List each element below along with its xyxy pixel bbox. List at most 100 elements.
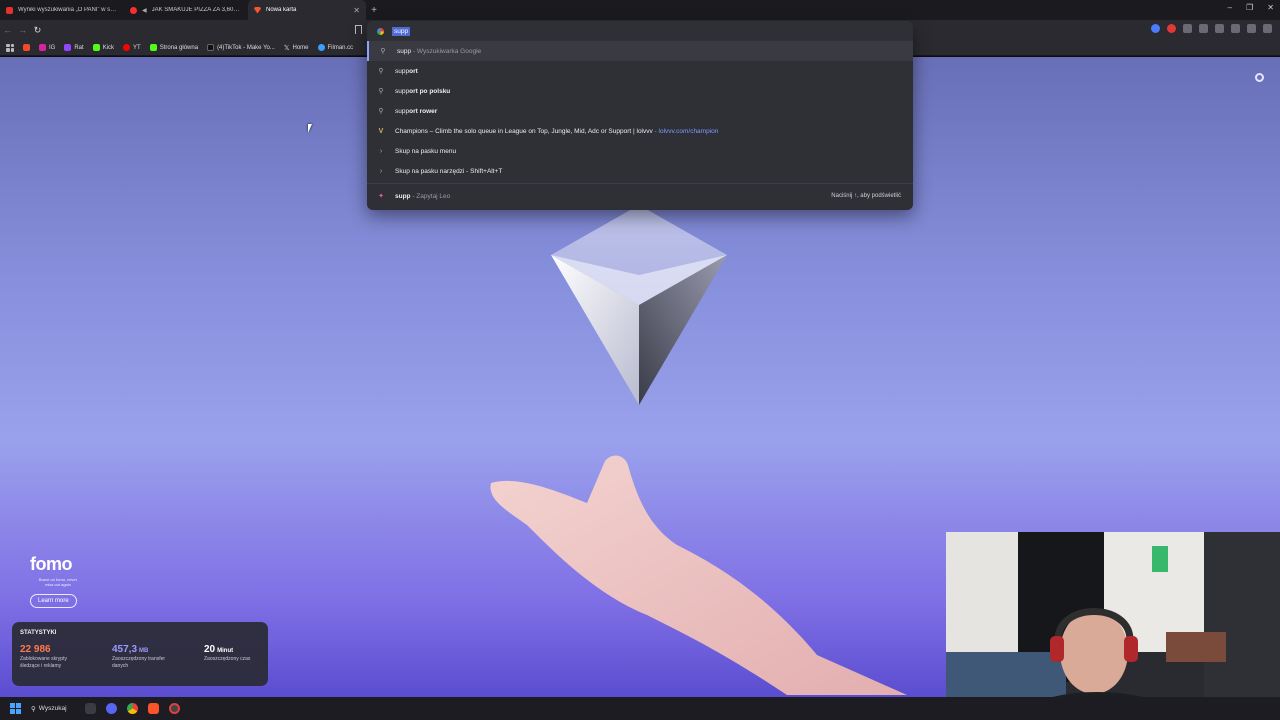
tab-new-tab[interactable]: Nowa karta ✕: [248, 0, 366, 20]
stat-desc: Zaoszczędzony transfer danych: [112, 656, 166, 669]
suggestion-support-rower[interactable]: ⚲ support rower: [367, 101, 913, 121]
minimize-icon[interactable]: –: [1228, 3, 1232, 12]
mouse-cursor: [308, 124, 312, 133]
stat-desc: Zablokowane skrypty śledzące i reklamy: [20, 656, 67, 669]
bookmark-label: Home: [292, 44, 309, 51]
address-input[interactable]: supp: [392, 26, 411, 36]
fomo-subtitle: Brave on fomo, never miss out again: [38, 577, 78, 587]
forward-icon[interactable]: →: [15, 25, 30, 35]
vpn-icon[interactable]: [1183, 24, 1192, 33]
bookmark-label: Filman.cc: [327, 44, 354, 51]
obs-icon[interactable]: [169, 703, 180, 714]
twitch-icon: [64, 44, 72, 51]
chevron-right-icon: ›: [379, 147, 383, 155]
sidebar-icon[interactable]: [1215, 24, 1224, 33]
bookmark-ig[interactable]: IG: [39, 44, 55, 51]
bookmark-strona-glowna[interactable]: Strona główna: [149, 44, 199, 51]
suggestion-text: Skup na pasku narzędzi - Shift+Alt+T: [395, 167, 503, 175]
brave-icon[interactable]: [148, 703, 159, 714]
bookmark-filman[interactable]: Filman.cc: [317, 44, 354, 51]
toolbar-extensions: [1151, 24, 1272, 33]
divider: [367, 183, 913, 184]
address-bar[interactable]: supp: [367, 21, 913, 41]
restore-icon[interactable]: ❐: [1246, 3, 1253, 12]
close-window-icon[interactable]: ✕: [1267, 3, 1274, 12]
taskbar-search[interactable]: ⚲ Wyszukaj: [31, 705, 75, 713]
suggestion-note: - Wyszukiwarka Google: [411, 47, 482, 55]
instagram-icon: [39, 44, 46, 51]
music-icon[interactable]: [1231, 24, 1240, 33]
stat-value: 22 986: [20, 644, 51, 655]
bookmark-label: YT: [133, 44, 141, 51]
tab-pizza-video[interactable]: ◀ JAK SMAKUJE PIZZA ZA 3,60zł? -: [124, 0, 248, 20]
search-icon: ⚲: [380, 48, 386, 55]
webcam-overlay: [946, 532, 1280, 697]
stats-heading: STATYSTYKI: [20, 630, 57, 636]
search-icon: ⚲: [378, 108, 384, 115]
shield-icon[interactable]: [1247, 24, 1256, 33]
lolvvv-icon: V: [378, 127, 384, 135]
windows-start-icon[interactable]: [10, 703, 21, 714]
taskbar: ⚲ Wyszukaj: [0, 697, 1280, 720]
kick-icon: [92, 44, 100, 51]
ethereum-crystal-image: [551, 205, 727, 405]
tab-title: Nowa karta: [266, 7, 297, 13]
bookmark-label: (4)TikTok - Make Yo...: [217, 44, 275, 51]
mail-icon: [23, 44, 30, 51]
suggestion-support-po-polsku[interactable]: ⚲ support po polsku: [367, 81, 913, 101]
apps-grid-icon[interactable]: [6, 43, 14, 52]
close-tab-icon[interactable]: ✕: [353, 6, 360, 15]
new-tab-button[interactable]: +: [366, 5, 382, 16]
suggestion-support[interactable]: ⚲ support: [367, 61, 913, 81]
omnibox-dropdown: supp ⚲ supp - Wyszukiwarka Google ⚲ supp…: [367, 21, 913, 210]
chevron-right-icon: ›: [379, 167, 383, 175]
bookmark-label: Strona główna: [159, 44, 199, 51]
suggestion-google-search[interactable]: ⚲ supp - Wyszukiwarka Google: [367, 41, 913, 61]
menu-icon[interactable]: [1263, 24, 1272, 33]
stat-desc: Zaoszczędzony czas: [204, 656, 251, 662]
google-icon: [377, 27, 384, 35]
bookmark-icon[interactable]: [355, 25, 362, 34]
gear-icon[interactable]: [1255, 73, 1264, 82]
discord-icon[interactable]: [106, 703, 117, 714]
search-icon: ⚲: [31, 705, 36, 713]
stat-unit: MB: [139, 648, 149, 654]
bookmark-tiktok[interactable]: (4)TikTok - Make Yo...: [207, 44, 275, 51]
kick-icon: [149, 44, 157, 51]
brave-icon: [254, 6, 261, 14]
tab-title: Wyniki wyszukiwania „O PANI” w serwisie: [18, 7, 118, 13]
bookmark-label: Kick: [102, 44, 115, 51]
bookmark-label: Rat: [74, 44, 84, 51]
reload-icon[interactable]: ↻: [30, 25, 45, 36]
task-view-icon[interactable]: [85, 703, 96, 714]
stat-value: 20: [204, 644, 216, 655]
suggestion-ask-leo[interactable]: ✦ supp - Zapytaj Leo Naciśnij ↑, aby pod…: [367, 186, 913, 206]
record-icon[interactable]: [1167, 24, 1176, 33]
extension-icon[interactable]: [1151, 24, 1160, 33]
suggestion-rest: ort: [409, 67, 418, 75]
search-icon: ⚲: [378, 68, 384, 75]
tab-search-results[interactable]: Wyniki wyszukiwania „O PANI” w serwisie: [0, 0, 124, 20]
taskbar-search-label: Wyszukaj: [38, 705, 67, 712]
suggestion-match: supp: [395, 107, 410, 115]
stat-unit: Minut: [217, 648, 234, 654]
puzzle-icon[interactable]: [1199, 24, 1208, 33]
suggestion-focus-toolbar[interactable]: › Skup na pasku narzędzi - Shift+Alt+T: [367, 161, 913, 181]
suggestion-link: - lolvvv.com/champion: [652, 127, 719, 135]
suggestion-note: - Zapytaj Leo: [410, 192, 451, 200]
bookmark-yt[interactable]: YT: [123, 44, 141, 51]
suggestion-focus-menu[interactable]: › Skup na pasku menu: [367, 141, 913, 161]
speaker-icon[interactable]: ◀: [142, 7, 147, 14]
chrome-icon[interactable]: [127, 703, 138, 714]
suggestion-lolvvv[interactable]: V Champions – Climb the solo queue in Le…: [367, 121, 913, 141]
tab-title: JAK SMAKUJE PIZZA ZA 3,60zł? -: [151, 7, 242, 13]
hand-image: [490, 455, 907, 695]
back-icon[interactable]: ←: [0, 25, 15, 35]
bookmark-kick[interactable]: Kick: [92, 44, 115, 51]
bookmark-mail[interactable]: [23, 44, 30, 51]
stats-card: STATYSTYKI 22 986 Zablokowane skrypty śl…: [12, 622, 268, 686]
bookmark-home[interactable]: 𝕏 Home: [284, 44, 309, 52]
learn-more-button[interactable]: Learn more: [30, 594, 77, 608]
bookmark-rat[interactable]: Rat: [64, 44, 84, 51]
stat-bandwidth: 457,3 MB Zaoszczędzony transfer danych: [112, 644, 204, 670]
